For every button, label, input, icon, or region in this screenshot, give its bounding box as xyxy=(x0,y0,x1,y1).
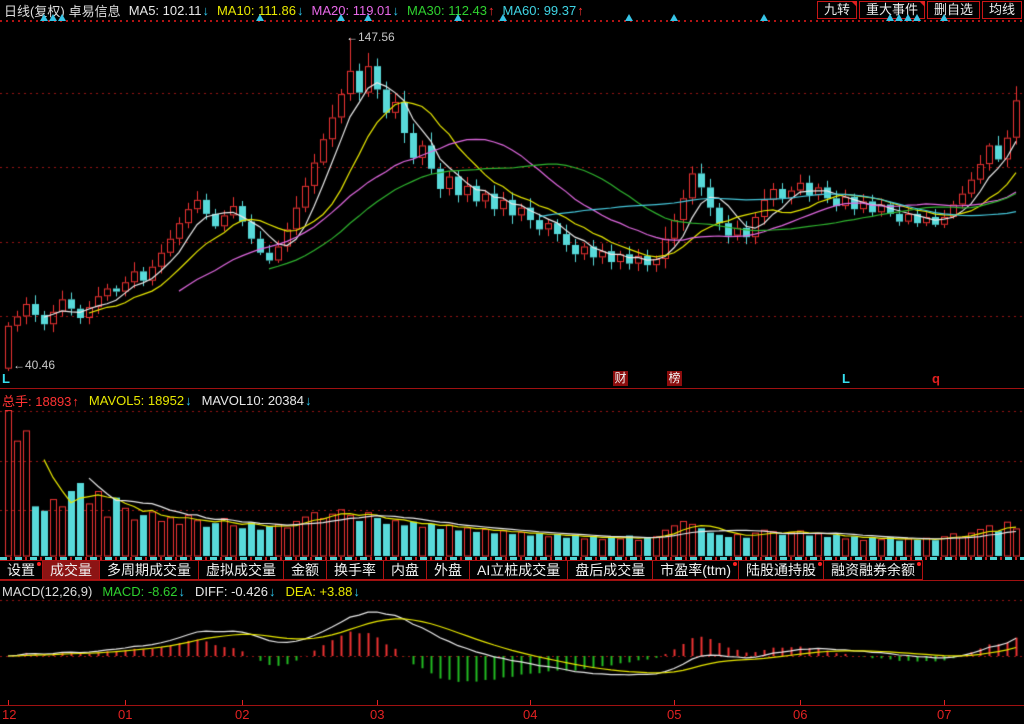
axis-tick xyxy=(125,700,126,705)
macd-params: MACD(12,26,9) xyxy=(2,584,92,599)
month-label: 05 xyxy=(667,707,681,722)
axis-tick xyxy=(377,700,378,705)
up-arrow-icon: ↑ xyxy=(577,3,584,18)
month-label: 01 xyxy=(118,707,132,722)
nine-turn-button[interactable]: 九转 xyxy=(817,1,857,19)
signal-triangle-icon xyxy=(895,14,903,21)
tab-multi-period-volume[interactable]: 多周期成交量 xyxy=(99,560,199,580)
tab-margin-balance[interactable]: 融资融券余额 xyxy=(823,560,923,580)
signal-triangle-icon xyxy=(625,14,633,21)
signal-triangle-icon xyxy=(904,14,912,21)
axis-tick xyxy=(944,700,945,705)
axis-tick xyxy=(800,700,801,705)
up-arrow-icon: ↑ xyxy=(488,3,495,18)
signal-triangle-icon xyxy=(58,14,66,21)
event-marker-榜[interactable]: 榜 xyxy=(667,371,682,386)
high-price-annotation: ←147.56 xyxy=(346,30,395,44)
ma30-legend: MA30: 112.43↑ xyxy=(407,3,495,18)
event-marker-L[interactable]: L xyxy=(842,371,850,386)
month-label: 04 xyxy=(523,707,537,722)
macd-chart-canvas[interactable] xyxy=(0,599,1024,705)
month-label: 03 xyxy=(370,707,384,722)
signal-triangle-icon xyxy=(940,14,948,21)
month-label: 06 xyxy=(793,707,807,722)
ma20-legend: MA20: 119.01↓ xyxy=(312,3,400,18)
signal-triangle-icon xyxy=(256,14,264,21)
lhb-corner-marker[interactable]: L xyxy=(2,371,10,386)
signal-triangle-icon xyxy=(337,14,345,21)
signal-triangle-icon xyxy=(364,14,372,21)
signal-triangle-icon xyxy=(49,14,57,21)
indicator-tab-bar: 设置 成交量 多周期成交量 虚拟成交量 金额 换手率 内盘 外盘 AI立桩成交量… xyxy=(0,557,1024,580)
signal-triangle-icon xyxy=(499,14,507,21)
main-price-chart-canvas[interactable] xyxy=(0,22,1024,388)
signal-triangle-icon xyxy=(40,14,48,21)
down-arrow-icon: ↓ xyxy=(297,3,304,18)
month-label: 02 xyxy=(235,707,249,722)
tab-northbound-holdings[interactable]: 陆股通持股 xyxy=(738,560,824,580)
month-label: 07 xyxy=(937,707,951,722)
notification-dot-icon xyxy=(37,562,41,566)
down-arrow-icon: ↓ xyxy=(393,3,400,18)
down-arrow-icon: ↓ xyxy=(353,584,360,599)
tab-outer-volume[interactable]: 外盘 xyxy=(426,560,470,580)
signal-triangle-icon xyxy=(670,14,678,21)
section-divider xyxy=(0,388,1024,389)
tab-amount[interactable]: 金额 xyxy=(283,560,327,580)
axis-tick xyxy=(530,700,531,705)
volume-header: 总手: 18893↑ MAVOL5: 18952↓ MAVOL10: 20384… xyxy=(2,391,311,409)
month-label: 12 xyxy=(2,707,16,722)
tab-after-hours-volume[interactable]: 盘后成交量 xyxy=(567,560,653,580)
notification-dot-icon xyxy=(818,562,822,566)
tab-turnover-rate[interactable]: 换手率 xyxy=(326,560,384,580)
event-marker-q[interactable]: q xyxy=(932,371,940,386)
up-arrow-icon: ↑ xyxy=(72,394,79,409)
down-arrow-icon: ↓ xyxy=(185,393,192,408)
down-arrow-icon: ↓ xyxy=(202,3,209,18)
low-price-annotation: ←40.46 xyxy=(13,358,55,372)
macd-header: MACD(12,26,9) MACD: -8.62↓ DIFF: -0.426↓… xyxy=(2,583,360,599)
signal-triangle-icon xyxy=(886,14,894,21)
ma60-legend: MA60: 99.37↑ xyxy=(503,3,584,18)
signal-triangle-icon xyxy=(454,14,462,21)
tab-virtual-volume[interactable]: 虚拟成交量 xyxy=(198,560,284,580)
trading-app-window: 日线(复权) 卓易信息 MA5: 102.11↓ MA10: 111.86↓ M… xyxy=(0,0,1024,724)
down-arrow-icon: ↓ xyxy=(305,393,312,408)
tab-pe-ttm[interactable]: 市盈率(ttm) xyxy=(652,560,739,580)
corner-flag-icon xyxy=(919,1,925,7)
tab-volume[interactable]: 成交量 xyxy=(42,560,100,580)
section-divider xyxy=(0,580,1024,581)
corner-flag-icon xyxy=(851,1,857,7)
volume-chart-canvas[interactable] xyxy=(0,410,1024,557)
down-arrow-icon: ↓ xyxy=(269,584,276,599)
notification-dot-icon xyxy=(733,562,737,566)
notification-dot-icon xyxy=(917,562,921,566)
tab-inner-volume[interactable]: 内盘 xyxy=(383,560,427,580)
tab-ai-pillar-volume[interactable]: AI立桩成交量 xyxy=(469,560,568,580)
stock-name[interactable]: 卓易信息 xyxy=(69,1,121,20)
signal-triangle-icon xyxy=(760,14,768,21)
tab-settings[interactable]: 设置 xyxy=(0,560,43,580)
down-arrow-icon: ↓ xyxy=(178,584,185,599)
axis-tick xyxy=(674,700,675,705)
ma-settings-button[interactable]: 均线 xyxy=(982,1,1022,19)
chart-header-bar: 日线(复权) 卓易信息 MA5: 102.11↓ MA10: 111.86↓ M… xyxy=(0,0,1024,20)
bottom-axis-line xyxy=(0,705,1024,706)
signal-triangle-icon xyxy=(913,14,921,21)
axis-tick xyxy=(8,700,9,705)
axis-tick xyxy=(242,700,243,705)
event-marker-财[interactable]: 财 xyxy=(613,371,628,386)
ma5-legend: MA5: 102.11↓ xyxy=(129,3,209,18)
remove-watchlist-button[interactable]: 删自选 xyxy=(927,1,980,19)
